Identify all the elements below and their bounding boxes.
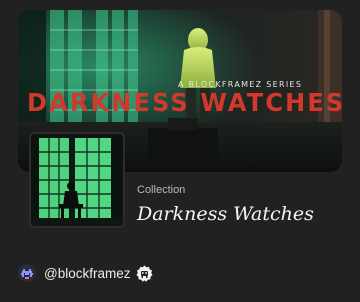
collection-title[interactable]: Darkness Watches	[137, 203, 314, 225]
creator-handle: @blockframez	[44, 265, 131, 281]
collection-thumbnail-image[interactable]	[29, 132, 125, 228]
collection-card[interactable]: A BLOCKFRAMEZ SERIES DARKNESS WATCHES Co…	[0, 0, 360, 256]
verified-creator-badge-icon	[136, 265, 153, 282]
banner-title: DARKNESS WATCHES	[27, 88, 342, 117]
collection-kind-label: Collection	[137, 184, 186, 196]
thumbnail-artwork	[31, 134, 123, 226]
creator-link[interactable]: @blockframez	[18, 262, 153, 284]
collection-meta: Collection Darkness Watches	[137, 184, 314, 225]
space-invader-avatar-icon	[18, 264, 36, 282]
